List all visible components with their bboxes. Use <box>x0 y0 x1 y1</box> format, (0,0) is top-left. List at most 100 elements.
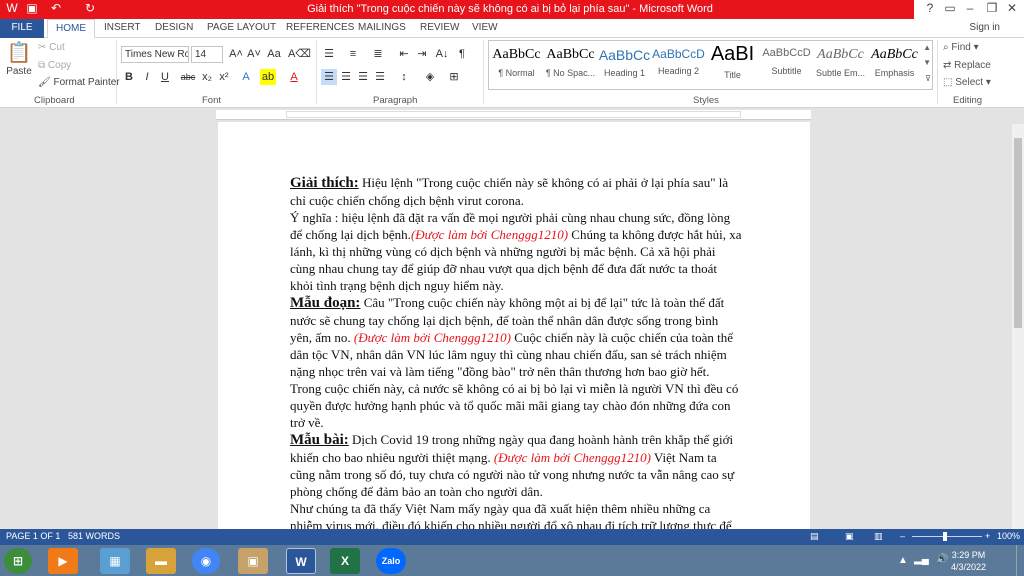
tab-mailings[interactable]: MAILINGS <box>358 22 406 33</box>
font-name-box[interactable]: Times New Ro <box>121 46 189 63</box>
web-layout-icon[interactable]: ▥ <box>874 531 883 542</box>
network-icon[interactable]: ▂▄ <box>914 554 929 565</box>
format-painter-button[interactable]: 🖌 Format Painter <box>38 77 120 88</box>
read-mode-icon[interactable]: ▤ <box>810 531 819 542</box>
paste-button[interactable]: 📋 Paste <box>5 40 33 90</box>
redo-icon[interactable]: ↻ <box>82 1 98 15</box>
zoom-slider[interactable] <box>912 536 982 537</box>
tab-references[interactable]: REFERENCES <box>286 22 354 33</box>
tab-file[interactable]: FILE <box>0 19 44 38</box>
close-button[interactable]: ✕ <box>1000 1 1024 15</box>
style-subtitle[interactable]: AaBbCcD Subtitle <box>759 41 814 89</box>
change-case-icon[interactable]: Aa <box>266 46 282 62</box>
style-no-spacing[interactable]: AaBbCc ¶ No Spac... <box>543 41 598 89</box>
style-heading-1[interactable]: AaBbCc Heading 1 <box>597 41 652 89</box>
shading-icon[interactable]: ◈ <box>422 69 438 85</box>
strikethrough-button[interactable]: abc <box>180 69 196 85</box>
style-title[interactable]: AaBI Title <box>705 41 760 89</box>
replace-label: Replace <box>954 60 991 71</box>
subscript-button[interactable]: x₂ <box>199 69 215 85</box>
chrome-icon[interactable]: ◉ <box>192 548 220 574</box>
tab-review[interactable]: REVIEW <box>420 22 459 33</box>
sign-in-link[interactable]: Sign in <box>969 22 1000 33</box>
align-left-button[interactable]: ☰ <box>321 69 337 85</box>
superscript-button[interactable]: x² <box>216 69 232 85</box>
cut-button[interactable]: ✂ Cut <box>38 42 65 53</box>
document-page[interactable]: Giải thích: Hiệu lệnh "Trong cuộc chiến … <box>218 122 810 529</box>
undo-icon[interactable]: ↶ <box>48 1 64 15</box>
align-right-button[interactable]: ☰ <box>355 69 371 85</box>
word-count[interactable]: 581 WORDS <box>68 531 120 541</box>
bold-button[interactable]: B <box>121 69 137 85</box>
media-player-icon[interactable]: ▶ <box>48 548 78 574</box>
folder-icon[interactable]: ▬ <box>146 548 176 574</box>
save-icon[interactable]: ▣ <box>24 1 40 15</box>
tray-arrow-icon[interactable]: ▲ <box>898 555 908 566</box>
copy-button[interactable]: ⧉ Copy <box>38 60 71 71</box>
align-center-button[interactable]: ☰ <box>338 69 354 85</box>
multilevel-list-icon[interactable]: ≣ <box>370 46 386 62</box>
show-marks-icon[interactable]: ¶ <box>454 46 470 62</box>
shrink-font-icon[interactable]: A˅ <box>246 46 262 62</box>
divider <box>937 40 938 104</box>
highlight-icon[interactable]: ab <box>260 69 276 85</box>
paragraph-sample-paragraph: Mẫu đoạn: Câu "Trong cuộc chiến này khôn… <box>290 294 742 431</box>
find-button[interactable]: ⌕ Find ▾ <box>943 42 979 53</box>
underline-button[interactable]: U <box>157 69 173 85</box>
borders-icon[interactable]: ⊞ <box>446 69 462 85</box>
find-icon: ⌕ <box>943 42 949 53</box>
zoom-level[interactable]: 100% <box>997 531 1020 541</box>
styles-scroll-up-icon[interactable]: ▲ <box>923 43 931 52</box>
start-button[interactable]: ⊞ <box>4 548 32 574</box>
justify-button[interactable]: ☰ <box>372 69 388 85</box>
ribbon-tabs: FILE HOME INSERT DESIGN PAGE LAYOUT REFE… <box>0 19 1024 39</box>
volume-icon[interactable]: 🔊 <box>936 554 948 565</box>
font-color-icon[interactable]: A <box>286 69 302 85</box>
tab-page-layout[interactable]: PAGE LAYOUT <box>207 22 276 33</box>
vertical-scrollbar[interactable] <box>1012 124 1024 529</box>
word-taskbar-icon[interactable]: W <box>286 548 316 574</box>
increase-indent-icon[interactable]: ⇥ <box>414 46 430 62</box>
file-explorer-icon[interactable]: ▦ <box>100 548 130 574</box>
tab-home[interactable]: HOME <box>47 19 95 39</box>
zoom-slider-thumb[interactable] <box>943 532 947 541</box>
style-subtle-emphasis[interactable]: AaBbCc Subtle Em... <box>813 41 868 89</box>
zoom-out-icon[interactable]: – <box>900 531 905 541</box>
tab-view[interactable]: VIEW <box>472 22 498 33</box>
horizontal-ruler[interactable] <box>216 110 811 120</box>
zalo-icon[interactable]: Zalo <box>376 548 406 574</box>
select-icon: ⬚ <box>943 77 953 88</box>
select-button[interactable]: ⬚ Select ▾ <box>943 77 991 88</box>
app-icon[interactable]: ▣ <box>238 548 268 574</box>
styles-scroll-down-icon[interactable]: ▼ <box>923 58 931 67</box>
replace-button[interactable]: ⇄ Replace <box>943 60 991 71</box>
zoom-in-icon[interactable]: + <box>985 531 990 541</box>
scrollbar-thumb[interactable] <box>1014 138 1022 328</box>
clear-formatting-icon[interactable]: A⌫ <box>288 46 311 62</box>
grow-font-icon[interactable]: A˄ <box>228 46 244 62</box>
system-clock[interactable]: 3:29 PM 4/3/2022 <box>951 549 986 573</box>
minimize-button[interactable]: – <box>958 1 982 15</box>
style-normal[interactable]: AaBbCc ¶ Normal <box>489 41 544 89</box>
tab-design[interactable]: DESIGN <box>155 22 193 33</box>
bullets-icon[interactable]: ☰ <box>321 46 337 62</box>
decrease-indent-icon[interactable]: ⇤ <box>396 46 412 62</box>
style-emphasis[interactable]: AaBbCc Emphasis <box>867 41 922 89</box>
italic-button[interactable]: I <box>139 69 155 85</box>
document-body[interactable]: Giải thích: Hiệu lệnh "Trong cuộc chiến … <box>290 174 742 529</box>
show-desktop-button[interactable] <box>1016 545 1024 576</box>
numbering-icon[interactable]: ≡ <box>345 46 361 62</box>
page-count[interactable]: PAGE 1 OF 1 <box>6 531 60 541</box>
style-name: Title <box>724 70 741 80</box>
print-layout-icon[interactable]: ▣ <box>845 531 854 542</box>
word-logo-icon[interactable]: W <box>4 1 20 15</box>
styles-more-icon[interactable]: ⊽ <box>925 74 931 83</box>
style-heading-2[interactable]: AaBbCcD Heading 2 <box>651 41 706 89</box>
text-effects-icon[interactable]: A <box>238 69 254 85</box>
sort-icon[interactable]: A↓ <box>434 46 450 62</box>
line-spacing-icon[interactable]: ↕ <box>396 69 412 85</box>
excel-taskbar-icon[interactable]: X <box>330 548 360 574</box>
paragraph-explanation: Giải thích: Hiệu lệnh "Trong cuộc chiến … <box>290 174 742 209</box>
tab-insert[interactable]: INSERT <box>104 22 141 33</box>
font-size-box[interactable]: 14 <box>191 46 223 63</box>
